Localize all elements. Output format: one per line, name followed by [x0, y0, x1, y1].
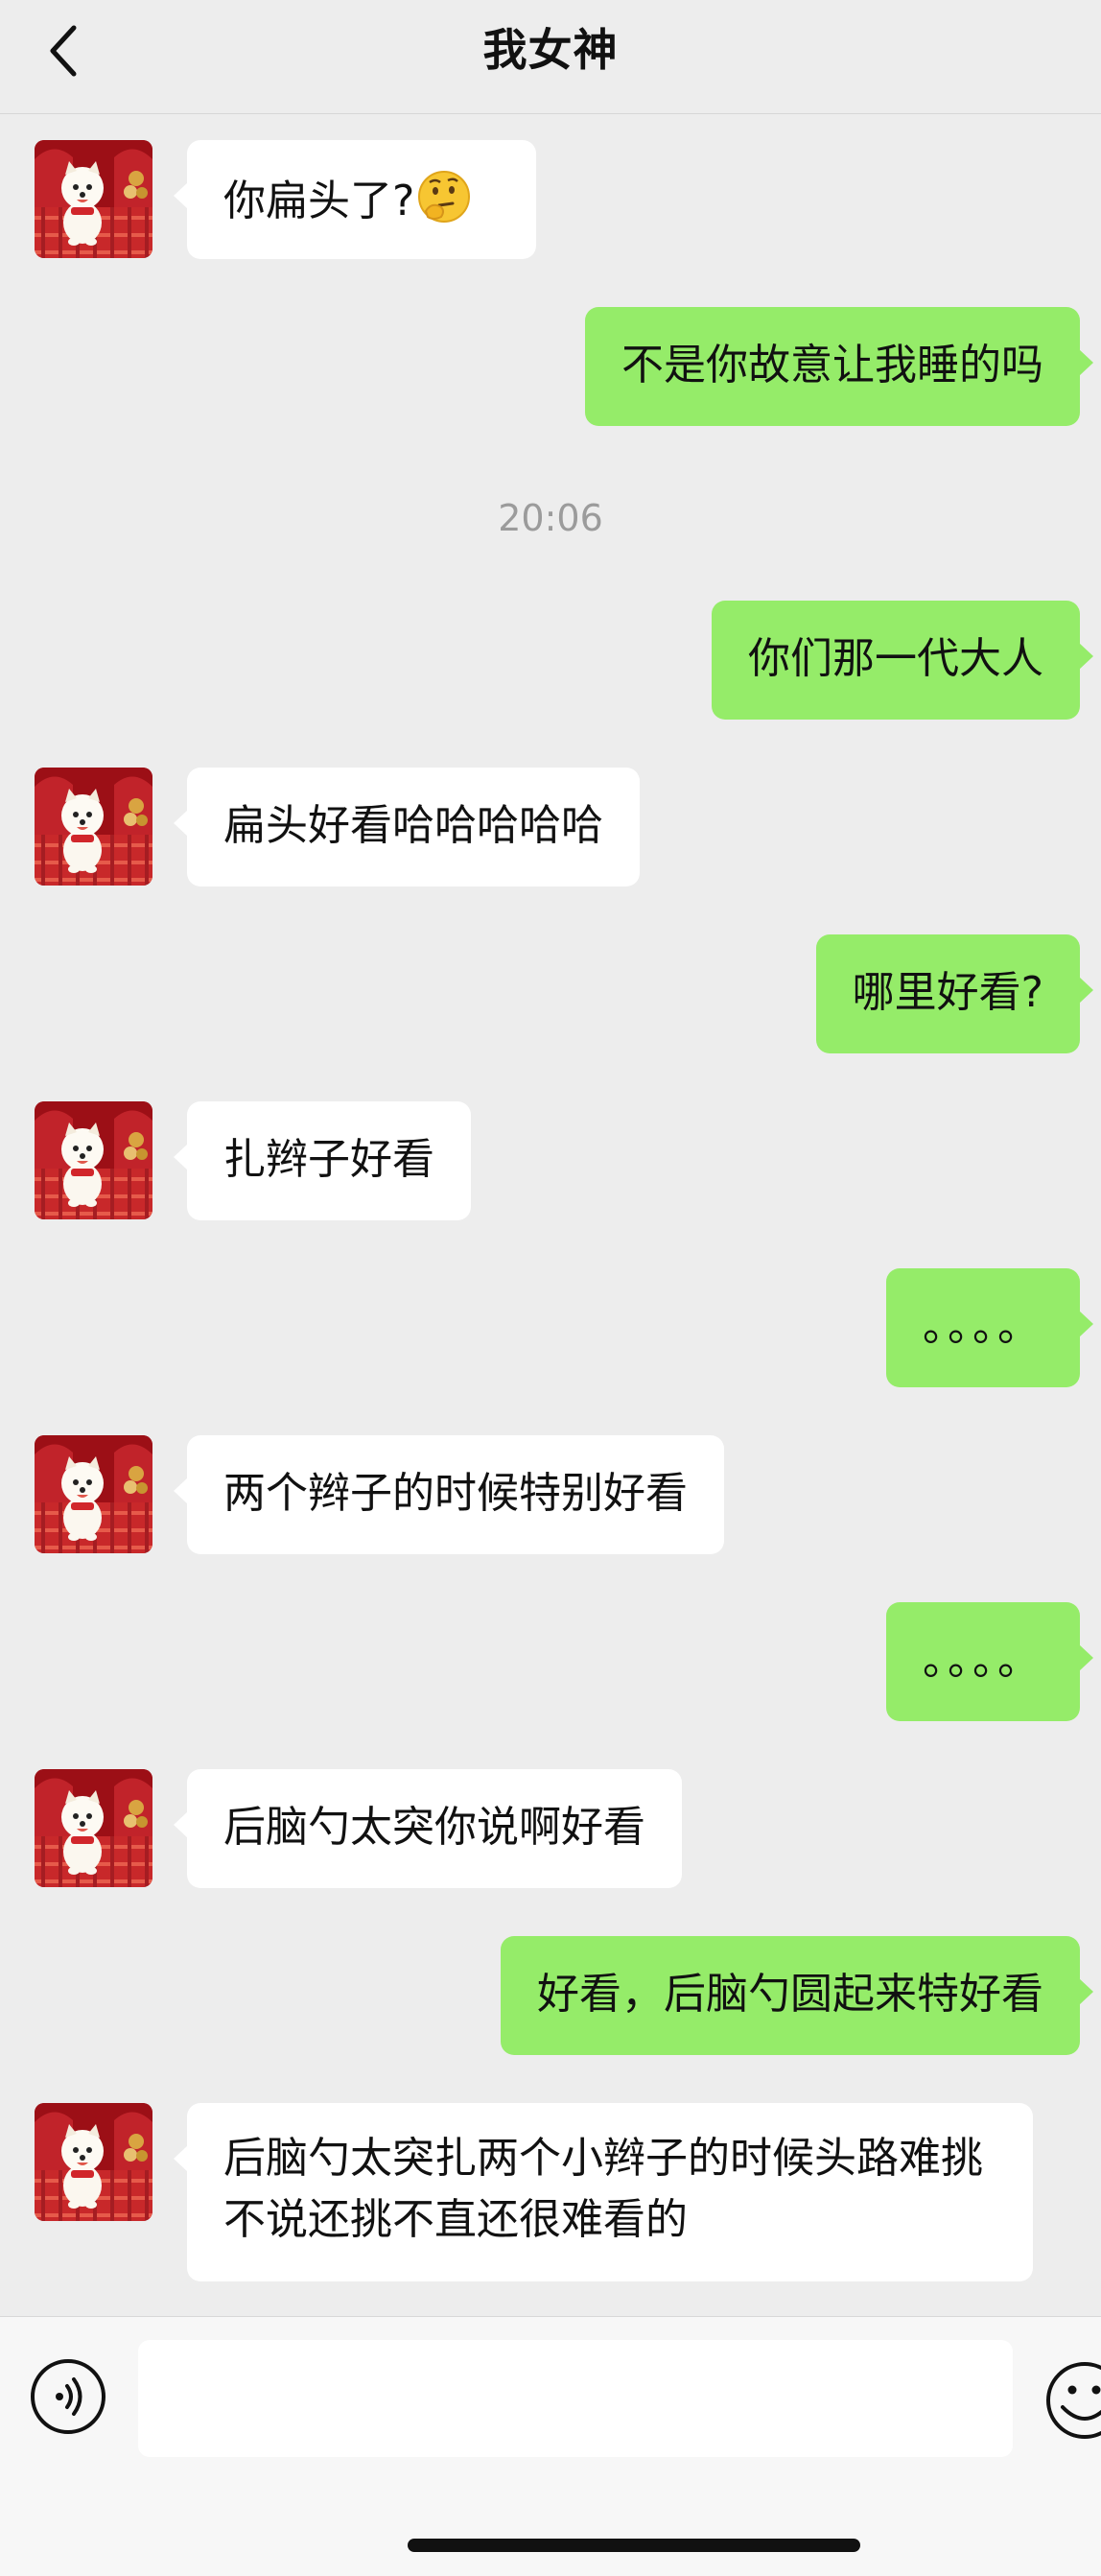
message-row: 哪里好看?	[0, 934, 1101, 1053]
contact-avatar[interactable]	[35, 140, 152, 258]
message-row: 你们那一代大人	[0, 601, 1101, 720]
thinking-face-emoji	[418, 171, 471, 223]
message-text: 后脑勺太突扎两个小辫子的时候头路难挑不说还挑不直还很难看的	[223, 2134, 983, 2244]
message-text: 不是你故意让我睡的吗	[621, 341, 1043, 390]
home-indicator	[408, 2539, 860, 2552]
emoji-button[interactable]	[1042, 2357, 1101, 2444]
message-text: 你扁头了?	[223, 177, 415, 225]
message-row: 你扁头了?	[0, 140, 1101, 259]
message-text: 扎辫子好看	[223, 1135, 434, 1184]
message-bubble-received[interactable]: 扎辫子好看	[174, 1101, 471, 1220]
contact-avatar[interactable]	[35, 1435, 152, 1553]
message-bubble-received[interactable]: 后脑勺太突扎两个小辫子的时候头路难挑不说还挑不直还很难看的	[174, 2103, 1033, 2281]
message-text: 你们那一代大人	[748, 634, 1043, 683]
message-bubble-received[interactable]: 你扁头了?	[174, 140, 536, 259]
message-text: 后脑勺太突你说啊好看	[223, 1803, 645, 1852]
message-bubble-sent[interactable]: 。。。。	[886, 1268, 1093, 1387]
message-bubble-sent[interactable]: 不是你故意让我睡的吗	[585, 307, 1093, 426]
contact-avatar[interactable]	[35, 1101, 152, 1219]
message-text: 。。。。	[923, 1636, 1043, 1685]
message-text: 扁头好看哈哈哈哈哈	[223, 801, 603, 850]
message-row: 后脑勺太突扎两个小辫子的时候头路难挑不说还挑不直还很难看的	[0, 2103, 1101, 2281]
message-input-bar	[0, 2316, 1101, 2576]
message-text: 。。。。	[923, 1302, 1043, 1351]
message-row: 后脑勺太突你说啊好看	[0, 1769, 1101, 1888]
chat-header: 我女神	[0, 0, 1101, 114]
message-bubble-sent[interactable]: 。。。。	[886, 1602, 1093, 1721]
message-input[interactable]	[138, 2340, 1013, 2457]
message-bubble-sent[interactable]: 哪里好看?	[815, 934, 1094, 1053]
message-row: 。。。。	[0, 1602, 1101, 1721]
smiley-icon	[1046, 2362, 1101, 2439]
message-bubble-received[interactable]: 扁头好看哈哈哈哈哈	[174, 768, 640, 886]
message-text: 两个辫子的时候特别好看	[223, 1469, 688, 1518]
message-row: 扁头好看哈哈哈哈哈	[0, 768, 1101, 886]
chat-title: 我女神	[482, 24, 619, 76]
message-row: 扎辫子好看	[0, 1101, 1101, 1220]
contact-avatar[interactable]	[35, 768, 152, 886]
message-bubble-received[interactable]: 两个辫子的时候特别好看	[174, 1435, 724, 1554]
message-text: 好看，后脑勺圆起来特好看	[537, 1970, 1043, 2019]
message-bubble-sent[interactable]: 好看，后脑勺圆起来特好看	[501, 1936, 1093, 2055]
message-row: 好看，后脑勺圆起来特好看	[0, 1936, 1101, 2055]
message-bubble-sent[interactable]: 你们那一代大人	[712, 601, 1093, 720]
voice-button[interactable]	[29, 2357, 107, 2436]
message-bubble-received[interactable]: 后脑勺太突你说啊好看	[174, 1769, 682, 1888]
message-text: 哪里好看?	[852, 968, 1043, 1017]
chat-timestamp: 20:06	[498, 497, 603, 539]
message-row: 。。。。	[0, 1268, 1101, 1387]
voice-icon	[31, 2359, 105, 2434]
message-row: 两个辫子的时候特别好看	[0, 1435, 1101, 1554]
contact-avatar[interactable]	[35, 2103, 152, 2221]
message-row: 不是你故意让我睡的吗	[0, 307, 1101, 426]
contact-avatar[interactable]	[35, 1769, 152, 1887]
